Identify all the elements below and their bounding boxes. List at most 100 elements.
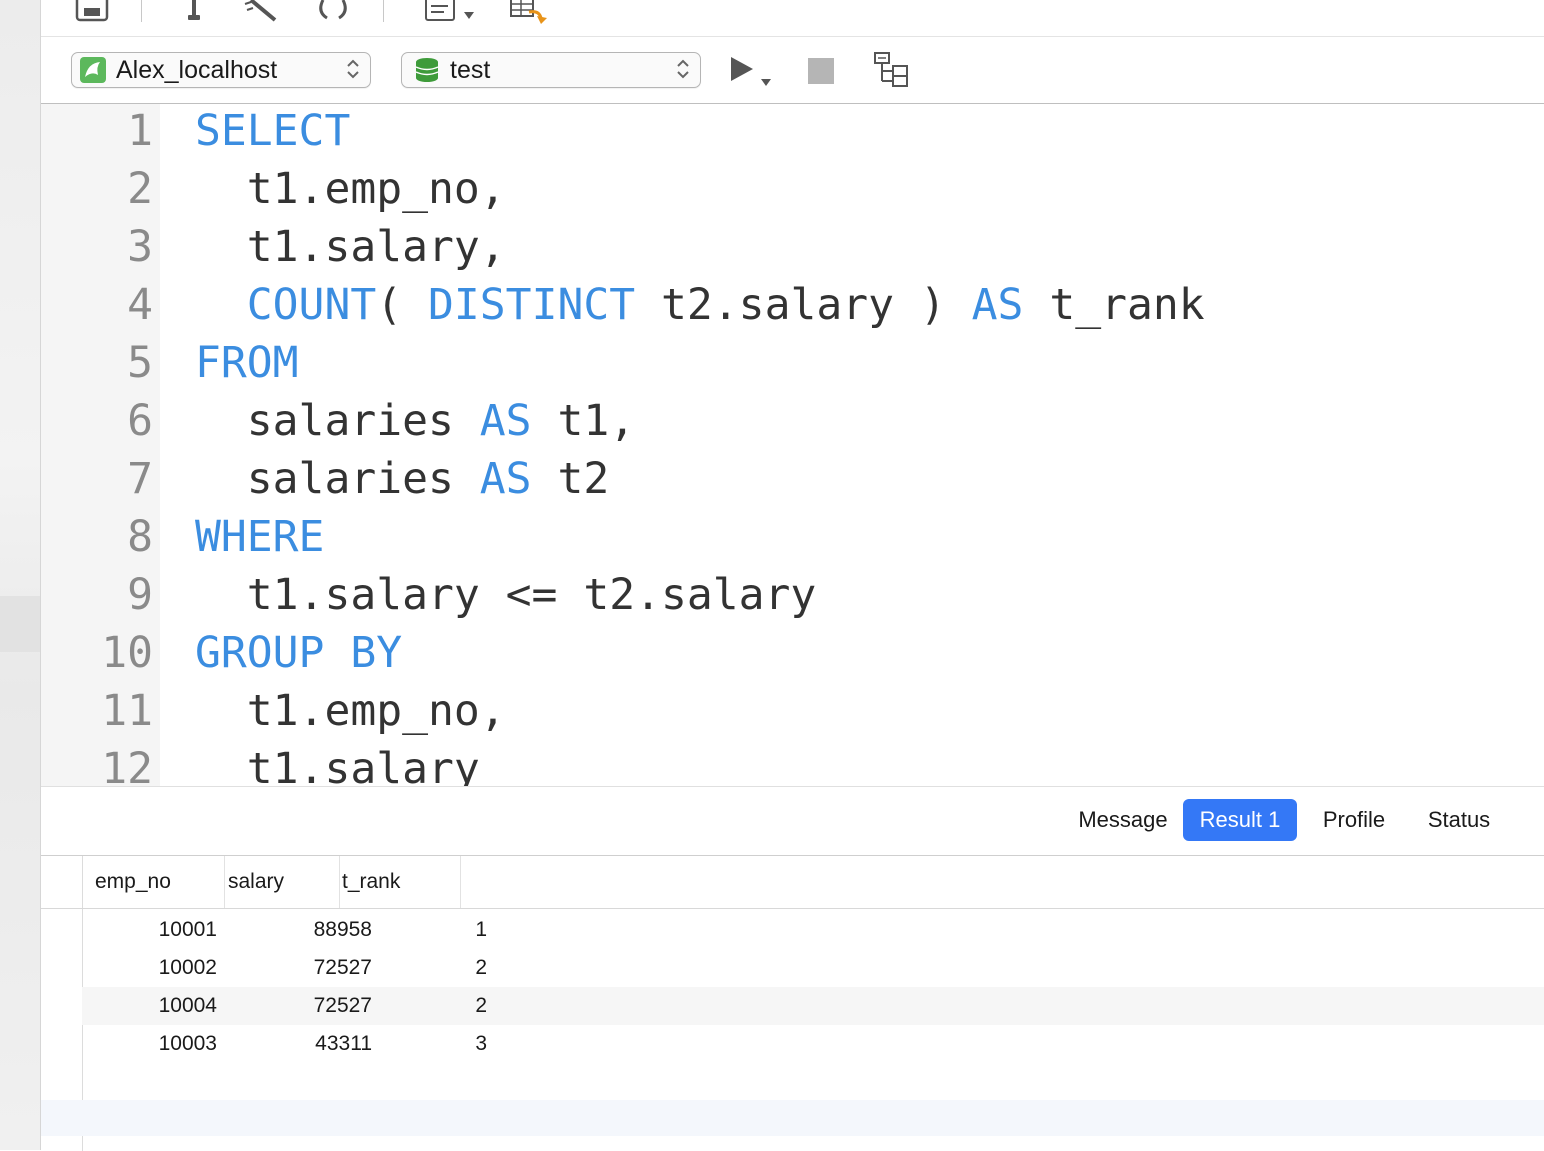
cell-emp-no[interactable]: 10003 [82,1025,217,1063]
cell-emp-no[interactable]: 10004 [82,987,217,1025]
line-number: 3 [127,222,153,272]
sql-token: t1, [531,396,636,446]
query-toolbar: Alex_localhost test [41,37,1544,104]
code-line[interactable]: 3 t1.salary, [41,218,1544,276]
table-row[interactable]: 10001 88958 1 [82,911,1544,949]
line-number: 4 [127,280,153,330]
connection-name: Alex_localhost [116,55,278,84]
cell-t-rank[interactable]: 3 [372,1025,487,1063]
code-text: t1.salary [195,740,480,786]
code-line[interactable]: 2 t1.emp_no, [41,160,1544,218]
tab-result-1[interactable]: Result 1 [1183,799,1297,841]
chevron-updown-icon [347,59,359,79]
table-export-icon[interactable] [509,0,553,24]
cell-t-rank[interactable]: 2 [372,987,487,1025]
explain-button[interactable] [873,51,913,89]
code-line[interactable]: 9 t1.salary <= t2.salary [41,566,1544,624]
code-line[interactable]: 1 SELECT [41,104,1544,160]
sql-token: ( [376,280,429,330]
table-row[interactable]: 10003 43311 3 [82,1025,1544,1063]
connection-select[interactable]: Alex_localhost [71,52,371,88]
line-number: 8 [127,512,153,562]
empty-row [41,1100,1544,1136]
sql-token: t1.salary [195,744,480,786]
run-button[interactable] [729,55,775,89]
cell-emp-no[interactable]: 10002 [82,949,217,987]
line-number: 7 [127,454,153,504]
line-number: 11 [101,686,153,736]
column-header-salary[interactable]: salary [216,856,340,908]
line-number: 5 [127,338,153,388]
refresh-icon[interactable] [313,0,353,24]
explain-tree-icon [874,52,908,87]
result-grid: emp_no salary t_rank 10001 88958 1 10002… [41,856,1544,1151]
table-row[interactable]: 10002 72527 2 [82,949,1544,987]
sql-token: t1.salary, [195,222,506,272]
tab-status[interactable]: Status [1413,799,1505,841]
code-line[interactable]: 11 t1.emp_no, [41,682,1544,740]
column-header-emp-no[interactable]: emp_no [83,856,225,908]
line-number: 6 [127,396,153,446]
sql-keyword: AS [479,454,532,504]
magic-wand-icon[interactable] [241,0,285,24]
database-icon [415,58,439,82]
sql-token: salaries [195,396,480,446]
column-header-t-rank[interactable]: t_rank [330,856,461,908]
line-number: 10 [101,628,153,678]
cell-salary[interactable]: 72527 [222,987,372,1025]
code-text: GROUP BY [195,624,402,682]
left-sidebar-strip [0,0,41,1150]
grid-header: emp_no salary t_rank [41,856,1544,909]
sql-keyword: AS [971,280,1024,330]
pin-icon[interactable] [181,0,207,24]
code-text: t1.emp_no, [195,160,506,218]
code-line[interactable]: 5 FROM [41,334,1544,392]
sql-keyword: SELECT [195,106,351,156]
code-text: SELECT [195,104,350,160]
sql-keyword: FROM [195,338,299,388]
database-name: test [450,55,491,84]
line-number: 12 [101,744,153,786]
cell-salary[interactable]: 72527 [222,949,372,987]
line-number: 9 [127,570,153,620]
line-number: 1 [127,106,153,156]
save-icon[interactable] [74,0,110,24]
code-line[interactable]: 4 COUNT( DISTINCT t2.salary ) AS t_rank [41,276,1544,334]
cell-t-rank[interactable]: 1 [372,911,487,949]
sql-keyword: AS [479,396,532,446]
toolbar-separator [141,0,142,22]
code-line[interactable]: 7 salaries AS t2 [41,450,1544,508]
table-row[interactable]: 10004 72527 2 [82,987,1544,1025]
stop-button[interactable] [808,58,834,84]
code-line[interactable]: 12 t1.salary [41,740,1544,786]
code-text: WHERE [195,508,324,566]
code-text: salaries AS t2 [195,450,609,508]
cell-salary[interactable]: 88958 [222,911,372,949]
results-panel: Message Result 1 Profile Status emp_no s… [41,786,1544,1151]
sql-keyword: WHERE [195,512,325,562]
sql-token: t1.emp_no, [195,686,506,736]
sql-token: t1.emp_no, [195,164,506,214]
sql-keyword: COUNT [246,280,377,330]
results-tabs: Message Result 1 Profile Status [41,787,1544,856]
chevron-updown-icon [677,59,689,79]
code-line[interactable]: 8 WHERE [41,508,1544,566]
cell-emp-no[interactable]: 10001 [82,911,217,949]
cell-salary[interactable]: 43311 [222,1025,372,1063]
toolbar-separator [383,0,384,22]
sql-keyword: DISTINCT [428,280,636,330]
sql-editor[interactable]: 1 SELECT 2 t1.emp_no, 3 t1.salary, 4 COUNT( … [41,104,1544,786]
code-line[interactable]: 6 salaries AS t1, [41,392,1544,450]
text-format-icon[interactable] [424,0,480,24]
code-line[interactable]: 10 GROUP BY [41,624,1544,682]
database-select[interactable]: test [401,52,701,88]
cell-t-rank[interactable]: 2 [372,949,487,987]
sql-token: t2 [531,454,610,504]
tab-message[interactable]: Message [1053,799,1193,841]
sql-keyword: GROUP BY [195,628,403,678]
sidebar-band [0,596,40,652]
main-toolbar [41,0,1544,37]
mysql-dolphin-icon [80,57,106,83]
tab-profile[interactable]: Profile [1307,799,1401,841]
